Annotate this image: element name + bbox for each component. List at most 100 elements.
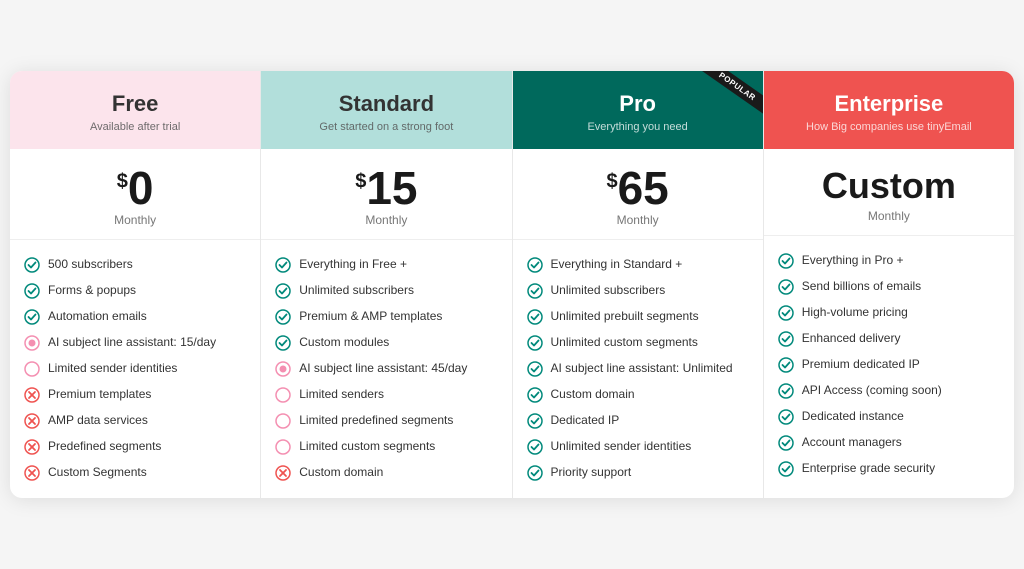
feature-text: High-volume pricing <box>802 305 908 321</box>
plan-pro: POPULARProEverything you need$65MonthlyE… <box>513 71 764 498</box>
feature-text: Everything in Standard + <box>551 257 683 273</box>
feature-item: Enterprise grade security <box>778 456 1000 482</box>
feature-text: Limited senders <box>299 387 384 403</box>
feature-item: Automation emails <box>24 304 246 330</box>
circle-icon <box>275 361 291 377</box>
feature-text: Unlimited prebuilt segments <box>551 309 699 325</box>
feature-text: Unlimited subscribers <box>299 283 414 299</box>
price-amount-free: $0 <box>26 165 244 211</box>
feature-text: Everything in Free + <box>299 257 407 273</box>
check-icon <box>778 279 794 295</box>
feature-item: Unlimited subscribers <box>527 278 749 304</box>
feature-item: Priority support <box>527 460 749 486</box>
check-icon <box>275 283 291 299</box>
feature-item: High-volume pricing <box>778 300 1000 326</box>
feature-text: Limited sender identities <box>48 361 177 377</box>
check-icon <box>527 439 543 455</box>
price-custom-enterprise: Custom <box>780 165 998 207</box>
feature-text: Forms & popups <box>48 283 136 299</box>
feature-item: AI subject line assistant: 15/day <box>24 330 246 356</box>
check-icon <box>527 309 543 325</box>
feature-text: AI subject line assistant: 45/day <box>299 361 467 377</box>
check-icon <box>527 257 543 273</box>
feature-text: Custom modules <box>299 335 389 351</box>
feature-text: 500 subscribers <box>48 257 133 273</box>
plan-header-free: Free Available after trial <box>10 71 260 149</box>
feature-item: API Access (coming soon) <box>778 378 1000 404</box>
feature-text: API Access (coming soon) <box>802 383 942 399</box>
feature-text: Dedicated instance <box>802 409 904 425</box>
plan-tagline-enterprise: How Big companies use tinyEmail <box>780 121 998 133</box>
feature-text: Premium dedicated IP <box>802 357 920 373</box>
feature-item: Send billions of emails <box>778 274 1000 300</box>
circle-icon <box>24 335 40 351</box>
plan-tagline-free: Available after trial <box>26 121 244 133</box>
plan-price-section-free: $0 Monthly <box>10 149 260 240</box>
plan-tagline-standard: Get started on a strong foot <box>277 121 495 133</box>
feature-item: Limited senders <box>275 382 497 408</box>
plan-price-section-standard: $15Monthly <box>261 149 511 240</box>
feature-text: Enhanced delivery <box>802 331 901 347</box>
x-icon <box>275 465 291 481</box>
feature-text: AI subject line assistant: 15/day <box>48 335 216 351</box>
check-icon <box>778 383 794 399</box>
check-icon <box>527 387 543 403</box>
feature-text: Custom domain <box>551 387 635 403</box>
check-icon <box>778 461 794 477</box>
feature-item: Limited sender identities <box>24 356 246 382</box>
plan-price-section-pro: $65Monthly <box>513 149 763 240</box>
plan-header-standard: Standard Get started on a strong foot <box>261 71 511 149</box>
feature-item: Dedicated IP <box>527 408 749 434</box>
feature-text: Dedicated IP <box>551 413 620 429</box>
feature-item: Premium dedicated IP <box>778 352 1000 378</box>
plan-header-pro: POPULARProEverything you need <box>513 71 763 149</box>
plan-enterprise: EnterpriseHow Big companies use tinyEmai… <box>764 71 1014 498</box>
price-period-free: Monthly <box>26 213 244 227</box>
feature-item: Enhanced delivery <box>778 326 1000 352</box>
check-icon <box>778 435 794 451</box>
feature-item: Unlimited custom segments <box>527 330 749 356</box>
feature-text: Premium & AMP templates <box>299 309 442 325</box>
check-icon <box>527 465 543 481</box>
plan-features-free: 500 subscribers Forms & popups Automation … <box>10 240 260 498</box>
feature-text: Premium templates <box>48 387 151 403</box>
plan-standard: Standard Get started on a strong foot $15M… <box>261 71 512 498</box>
plan-features-pro: Everything in Standard + Unlimited subscr… <box>513 240 763 498</box>
feature-text: Unlimited sender identities <box>551 439 692 455</box>
plan-tagline-pro: Everything you need <box>529 121 747 133</box>
feature-item: Custom Segments <box>24 460 246 486</box>
price-amount-standard: $15 <box>277 165 495 211</box>
check-icon <box>527 413 543 429</box>
check-icon <box>778 305 794 321</box>
x-icon <box>24 439 40 455</box>
circle-outline-icon <box>275 439 291 455</box>
check-icon <box>24 309 40 325</box>
feature-item: AI subject line assistant: Unlimited <box>527 356 749 382</box>
check-icon <box>778 357 794 373</box>
feature-text: Priority support <box>551 465 632 481</box>
plan-name-pro: Pro <box>529 91 747 117</box>
check-icon <box>275 335 291 351</box>
plan-features-standard: Everything in Free + Unlimited subscriber… <box>261 240 511 498</box>
check-icon <box>778 409 794 425</box>
circle-outline-icon <box>24 361 40 377</box>
feature-text: Send billions of emails <box>802 279 921 295</box>
price-period-pro: Monthly <box>529 213 747 227</box>
feature-text: Unlimited custom segments <box>551 335 698 351</box>
feature-item: Limited custom segments <box>275 434 497 460</box>
plan-name-standard: Standard <box>277 91 495 117</box>
circle-outline-icon <box>275 413 291 429</box>
check-icon <box>527 361 543 377</box>
feature-text: Custom Segments <box>48 465 147 481</box>
check-icon <box>24 257 40 273</box>
plan-name-free: Free <box>26 91 244 117</box>
feature-text: Account managers <box>802 435 902 451</box>
feature-item: Custom domain <box>527 382 749 408</box>
feature-text: AMP data services <box>48 413 148 429</box>
feature-text: Predefined segments <box>48 439 161 455</box>
feature-text: Limited predefined segments <box>299 413 453 429</box>
check-icon <box>778 253 794 269</box>
feature-item: Everything in Pro + <box>778 248 1000 274</box>
feature-item: Account managers <box>778 430 1000 456</box>
plan-free: Free Available after trial $0 Monthly 500 su… <box>10 71 261 498</box>
